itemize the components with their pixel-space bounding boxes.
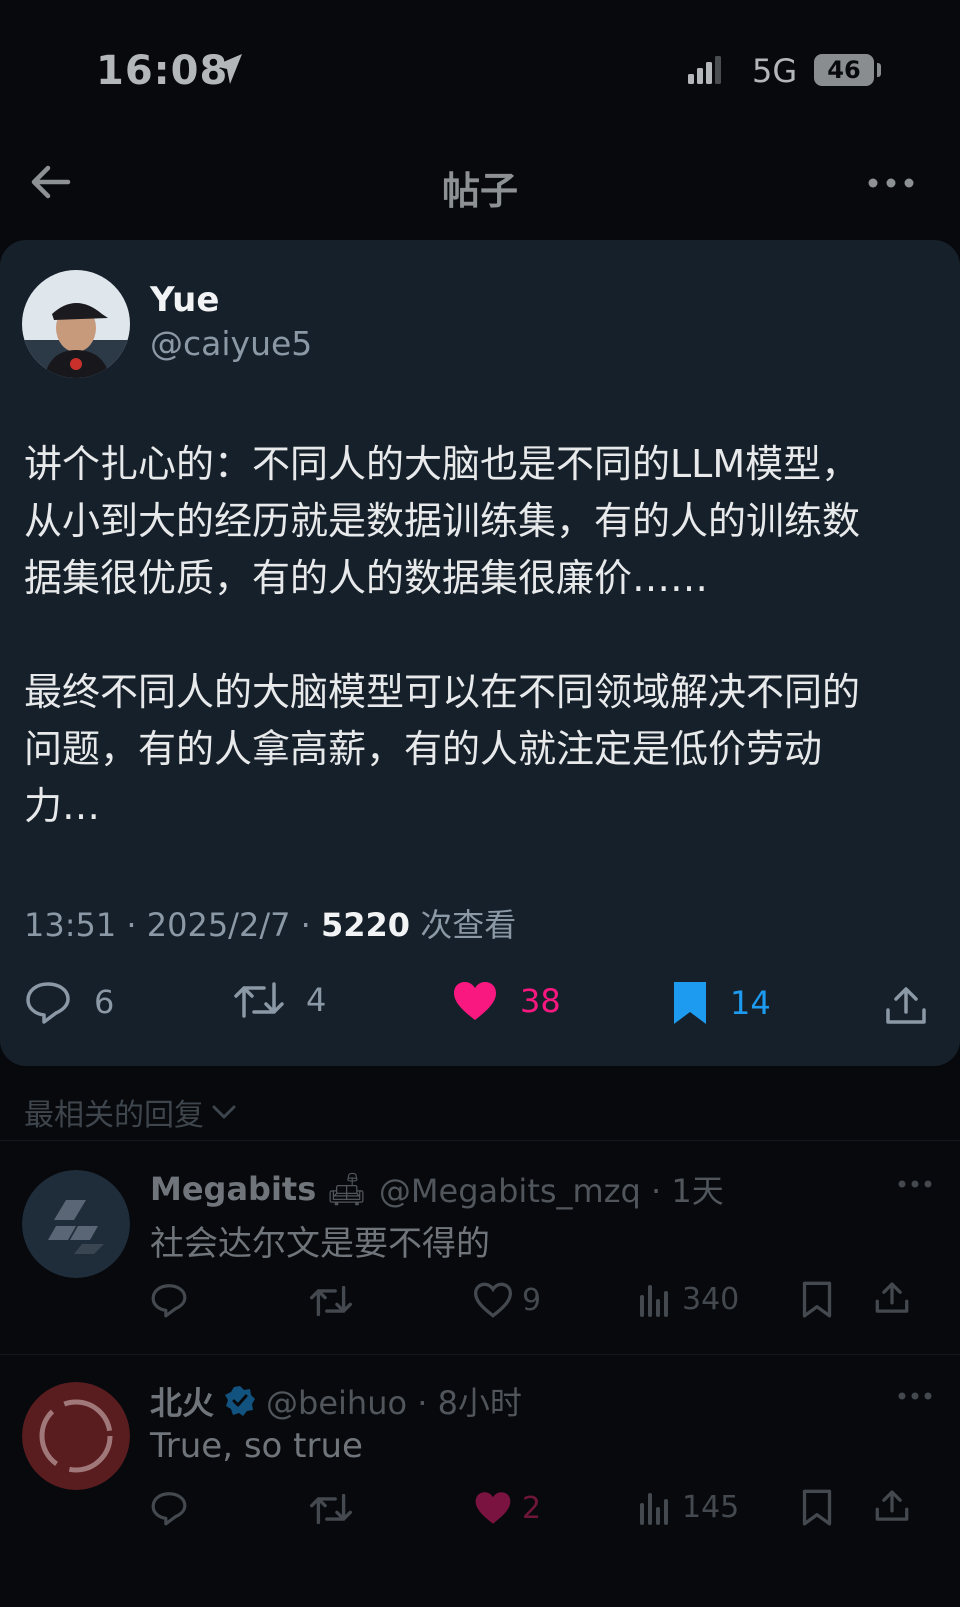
status-time: 16:08	[96, 48, 229, 94]
reply-like-button[interactable]: 9	[474, 1282, 541, 1318]
battery-indicator: 46	[814, 54, 874, 86]
author-name[interactable]: Yue	[150, 280, 219, 320]
reply-button[interactable]: 6	[24, 980, 114, 1024]
verified-badge-icon	[225, 1386, 256, 1416]
retweet-count: 4	[306, 981, 327, 1019]
reply-bookmark-button[interactable]	[802, 1488, 842, 1528]
reply-author-name[interactable]: 北火	[150, 1378, 214, 1424]
reply-avatar[interactable]	[22, 1170, 130, 1278]
reply-like-button[interactable]: 2	[474, 1490, 541, 1526]
reply-header: Megabits 🛋 @Megabits_mzq · 1天	[150, 1166, 724, 1212]
reply-view-count: 145	[682, 1490, 740, 1525]
reply-author-name[interactable]: Megabits	[150, 1170, 316, 1208]
share-icon[interactable]	[884, 986, 928, 1026]
reply-icon	[151, 1492, 187, 1526]
retweet-icon	[234, 982, 284, 1018]
reply-retweet-button[interactable]	[310, 1492, 362, 1526]
reply-reply-button[interactable]	[150, 1490, 198, 1526]
heart-filled-icon	[454, 982, 496, 1020]
page-title: 帖子	[441, 169, 518, 213]
reply-header: 北火 @beihuo · 8小时	[150, 1378, 522, 1424]
sort-label: 最相关的回复	[24, 1098, 204, 1133]
reply-icon	[26, 982, 70, 1024]
retweet-icon	[310, 1285, 352, 1317]
reply-view-count: 340	[682, 1282, 740, 1317]
more-options-icon[interactable]	[868, 178, 914, 188]
reply-like-count: 9	[522, 1282, 542, 1318]
views-chart-icon	[640, 1492, 668, 1525]
reply-avatar[interactable]	[22, 1382, 130, 1490]
bookmark-button[interactable]: 14	[672, 980, 771, 1026]
reply-count: 6	[94, 983, 115, 1021]
divider	[0, 1140, 960, 1141]
retweet-icon	[310, 1493, 352, 1525]
battery-tip	[877, 63, 881, 77]
tweet-time-date: 13:51 · 2025/2/7 ·	[24, 906, 321, 944]
reply-handle-time[interactable]: @beihuo · 8小时	[266, 1378, 522, 1424]
reply-text: 社会达尔文是要不得的	[150, 1224, 490, 1264]
reply-handle-time[interactable]: @Megabits_mzq · 1天	[379, 1166, 724, 1212]
bookmark-outline-icon	[802, 1489, 832, 1526]
bookmark-outline-icon	[802, 1281, 832, 1318]
view-count: 5220	[320, 906, 411, 944]
signal-icon	[688, 56, 724, 86]
reply-more-icon[interactable]	[898, 1180, 932, 1188]
network-label: 5G	[752, 52, 798, 90]
like-button[interactable]: 38	[452, 980, 561, 1022]
reply-share-icon[interactable]	[874, 1280, 920, 1316]
bookmark-filled-icon	[674, 982, 706, 1024]
reply-share-icon[interactable]	[874, 1488, 920, 1524]
tweet-text: 讲个扎心的：不同人的大脑也是不同的LLM模型， 从小到大的经历就是数据训练集，有…	[24, 442, 861, 828]
author-avatar[interactable]	[22, 270, 130, 378]
chevron-down-icon	[212, 1105, 236, 1119]
location-arrow-icon	[212, 52, 244, 86]
reply-views-button[interactable]: 340	[638, 1282, 739, 1317]
reply-more-icon[interactable]	[898, 1392, 932, 1400]
reply-views-button[interactable]: 145	[638, 1490, 739, 1525]
views-chart-icon	[640, 1284, 668, 1317]
like-count: 38	[520, 982, 561, 1020]
view-label: 次查看	[410, 906, 517, 944]
tweet-meta: 13:51 · 2025/2/7 · 5220 次查看	[24, 900, 516, 946]
divider	[0, 1354, 960, 1355]
reply-icon	[151, 1284, 187, 1318]
reply-bookmark-button[interactable]	[802, 1280, 842, 1320]
heart-filled-icon	[475, 1492, 511, 1524]
bookmark-count: 14	[730, 984, 771, 1022]
reply-retweet-button[interactable]	[310, 1284, 362, 1318]
reply-text: True, so true	[150, 1426, 363, 1466]
sort-dropdown[interactable]: 最相关的回复	[24, 1090, 238, 1134]
heart-outline-icon	[474, 1282, 512, 1318]
reply-reply-button[interactable]	[150, 1282, 198, 1318]
reply-author-emoji: 🛋	[326, 1170, 367, 1208]
retweet-button[interactable]: 4	[234, 980, 326, 1020]
author-handle[interactable]: @caiyue5	[150, 324, 312, 363]
reply-like-count: 2	[522, 1490, 542, 1526]
